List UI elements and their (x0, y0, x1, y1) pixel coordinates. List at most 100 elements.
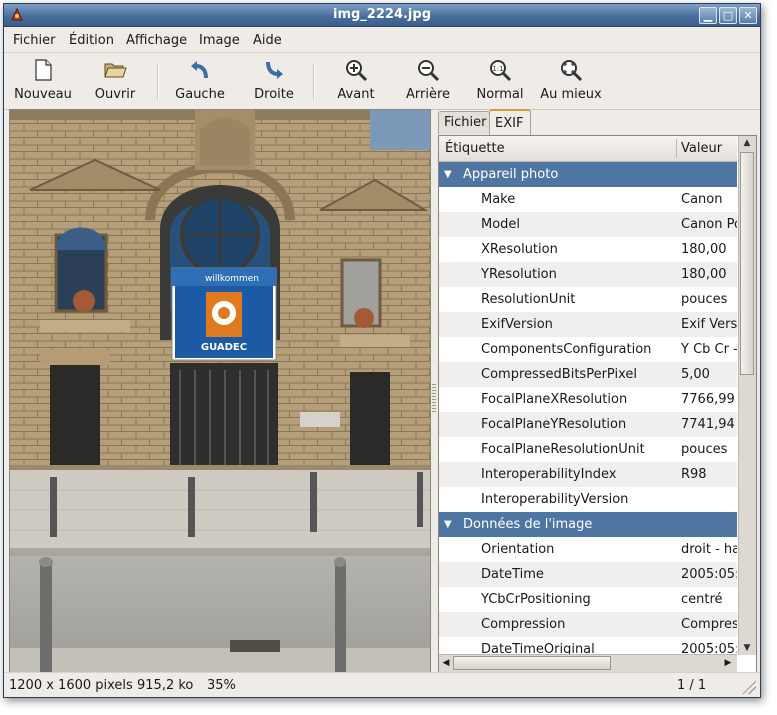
new-button[interactable]: Nouveau (13, 58, 73, 102)
exif-row[interactable]: CompressedBitsPerPixel 5,00 (439, 362, 737, 387)
exif-tag-label: Orientation (481, 542, 555, 557)
exif-tag-value: Canon Po (681, 217, 737, 232)
exif-row[interactable]: Model Canon Po (439, 212, 737, 237)
exif-row[interactable]: Make Canon (439, 187, 737, 212)
tab-fichier[interactable]: Fichier (438, 111, 490, 134)
banner-top-text: willkommen (205, 274, 259, 284)
exif-group-label: Données de l'image (463, 517, 593, 532)
resize-grip[interactable] (742, 680, 756, 694)
exif-tag-label: XResolution (481, 242, 558, 257)
menu-aide[interactable]: Aide (253, 33, 282, 48)
exif-tag-value: pouces (681, 292, 728, 307)
exif-row[interactable]: Orientation droit - ha (439, 537, 737, 562)
column-label-header[interactable]: Étiquette (445, 141, 505, 156)
minimize-button[interactable]: ▁ (699, 7, 717, 24)
exif-group-label: Appareil photo (463, 167, 559, 182)
exif-tag-label: InteroperabilityVersion (481, 492, 629, 507)
zoom-normal-button[interactable]: 1:1 Normal (473, 58, 527, 102)
exif-row[interactable]: ResolutionUnit pouces (439, 287, 737, 312)
scroll-up-icon[interactable]: ▲ (740, 136, 754, 150)
exif-row[interactable]: Compression Compres (439, 612, 737, 637)
app-window: img_2224.jpg ▁ □ ✕ Fichier Édition Affic… (3, 3, 761, 698)
exif-tag-value: 7741,94 (681, 417, 735, 432)
exif-tag-value: 180,00 (681, 242, 727, 257)
exif-tag-label: ExifVersion (481, 317, 553, 332)
folder-open-icon (104, 63, 127, 78)
pane-splitter[interactable] (432, 384, 436, 414)
exif-tag-value: Exif Vers (681, 317, 737, 332)
exif-row[interactable]: YCbCrPositioning centré (439, 587, 737, 612)
scroll-thumb[interactable] (740, 152, 754, 375)
exif-tag-value: 5,00 (681, 367, 710, 382)
zoom-out-button[interactable]: Arrière (403, 58, 453, 102)
exif-tag-value: Y Cb Cr - (681, 342, 737, 357)
exif-row[interactable]: DateTime 2005:05: (439, 562, 737, 587)
expander-arrow-icon[interactable]: ▼ (444, 162, 452, 187)
exif-tag-label: Make (481, 192, 516, 207)
exif-tag-label: InteroperabilityIndex (481, 467, 617, 482)
exif-tag-label: FocalPlaneXResolution (481, 392, 628, 407)
scroll-down-icon[interactable]: ▼ (740, 641, 754, 655)
exif-group-row[interactable]: ▼ Appareil photo (439, 162, 737, 187)
image-view[interactable]: willkommen GUADEC (9, 109, 431, 673)
exif-tag-value: Compres (681, 617, 737, 632)
expander-arrow-icon[interactable]: ▼ (444, 512, 452, 537)
page-indicator: 1 / 1 (677, 678, 707, 693)
window-title: img_2224.jpg (333, 7, 431, 22)
status-bar: 1200 x 1600 pixels 915,2 ko 35% 1 / 1 (4, 672, 760, 697)
photo-building: willkommen GUADEC (10, 110, 430, 672)
menu-fichier[interactable]: Fichier (13, 33, 56, 48)
exif-tag-label: CompressedBitsPerPixel (481, 367, 637, 382)
exif-row[interactable]: XResolution 180,00 (439, 237, 737, 262)
toolbar-separator (157, 63, 159, 99)
vertical-scrollbar[interactable]: ▲ ▼ (738, 136, 756, 655)
menu-bar: Fichier Édition Affichage Image Aide (4, 27, 760, 53)
rotate-left-icon (191, 61, 208, 79)
title-bar[interactable]: img_2224.jpg ▁ □ ✕ (4, 4, 760, 27)
exif-group-row[interactable]: ▼ Données de l'image (439, 512, 737, 537)
menu-edition[interactable]: Édition (69, 33, 114, 48)
exif-row[interactable]: YResolution 180,00 (439, 262, 737, 287)
exif-row[interactable]: ExifVersion Exif Vers (439, 312, 737, 337)
zoom-in-icon (346, 60, 368, 82)
exif-tag-value: droit - ha (681, 542, 737, 557)
exif-tag-label: DateTime (481, 567, 544, 582)
exif-row[interactable]: ComponentsConfiguration Y Cb Cr - (439, 337, 737, 362)
exif-tag-value: Canon (681, 192, 723, 207)
exif-tag-label: FocalPlaneYResolution (481, 417, 627, 432)
column-value-header[interactable]: Valeur (681, 141, 722, 156)
scroll-right-icon[interactable]: ▶ (721, 656, 735, 670)
svg-text:1:1: 1:1 (492, 65, 503, 73)
close-button[interactable]: ✕ (739, 7, 757, 24)
zoom-fit-icon (561, 60, 583, 82)
zoom-fit-button[interactable]: Au mieux (539, 58, 603, 102)
exif-tag-value: pouces (681, 442, 728, 457)
exif-rows: ▼ Appareil photo Make Canon Model Canon Po XRe… (439, 162, 737, 662)
banner-guadec-text: GUADEC (201, 342, 247, 353)
toolbar: Nouveau Ouvrir Gauche Droite Avant Arriè… (4, 53, 760, 110)
horizontal-scrollbar[interactable]: ◀ ▶ (439, 654, 737, 672)
exif-row[interactable]: InteroperabilityVersion (439, 487, 737, 512)
exif-table: Étiquette Valeur ▼ Appareil photo Make Cano… (438, 135, 757, 673)
scroll-thumb-horizontal[interactable] (453, 656, 611, 670)
exif-tag-value: centré (681, 592, 723, 607)
menu-affichage[interactable]: Affichage (126, 33, 187, 48)
rotate-right-button[interactable]: Droite (248, 58, 300, 102)
exif-row[interactable]: FocalPlaneResolutionUnit pouces (439, 437, 737, 462)
exif-row[interactable]: FocalPlaneYResolution 7741,94 (439, 412, 737, 437)
rotate-left-button[interactable]: Gauche (172, 58, 228, 102)
zoom-normal-icon: 1:1 (490, 60, 512, 82)
maximize-button[interactable]: □ (719, 7, 737, 24)
scroll-left-icon[interactable]: ◀ (439, 656, 453, 670)
menu-image[interactable]: Image (199, 33, 240, 48)
exif-tag-label: ResolutionUnit (481, 292, 576, 307)
open-button[interactable]: Ouvrir (88, 58, 142, 102)
exif-tag-label: FocalPlaneResolutionUnit (481, 442, 645, 457)
zoom-in-button[interactable]: Avant (334, 58, 378, 102)
tab-exif[interactable]: EXIF (489, 109, 531, 137)
table-header: Étiquette Valeur (439, 136, 737, 162)
rotate-right-icon (266, 61, 283, 79)
exif-row[interactable]: InteroperabilityIndex R98 (439, 462, 737, 487)
exif-tag-label: YCbCrPositioning (481, 592, 591, 607)
exif-row[interactable]: FocalPlaneXResolution 7766,99 (439, 387, 737, 412)
